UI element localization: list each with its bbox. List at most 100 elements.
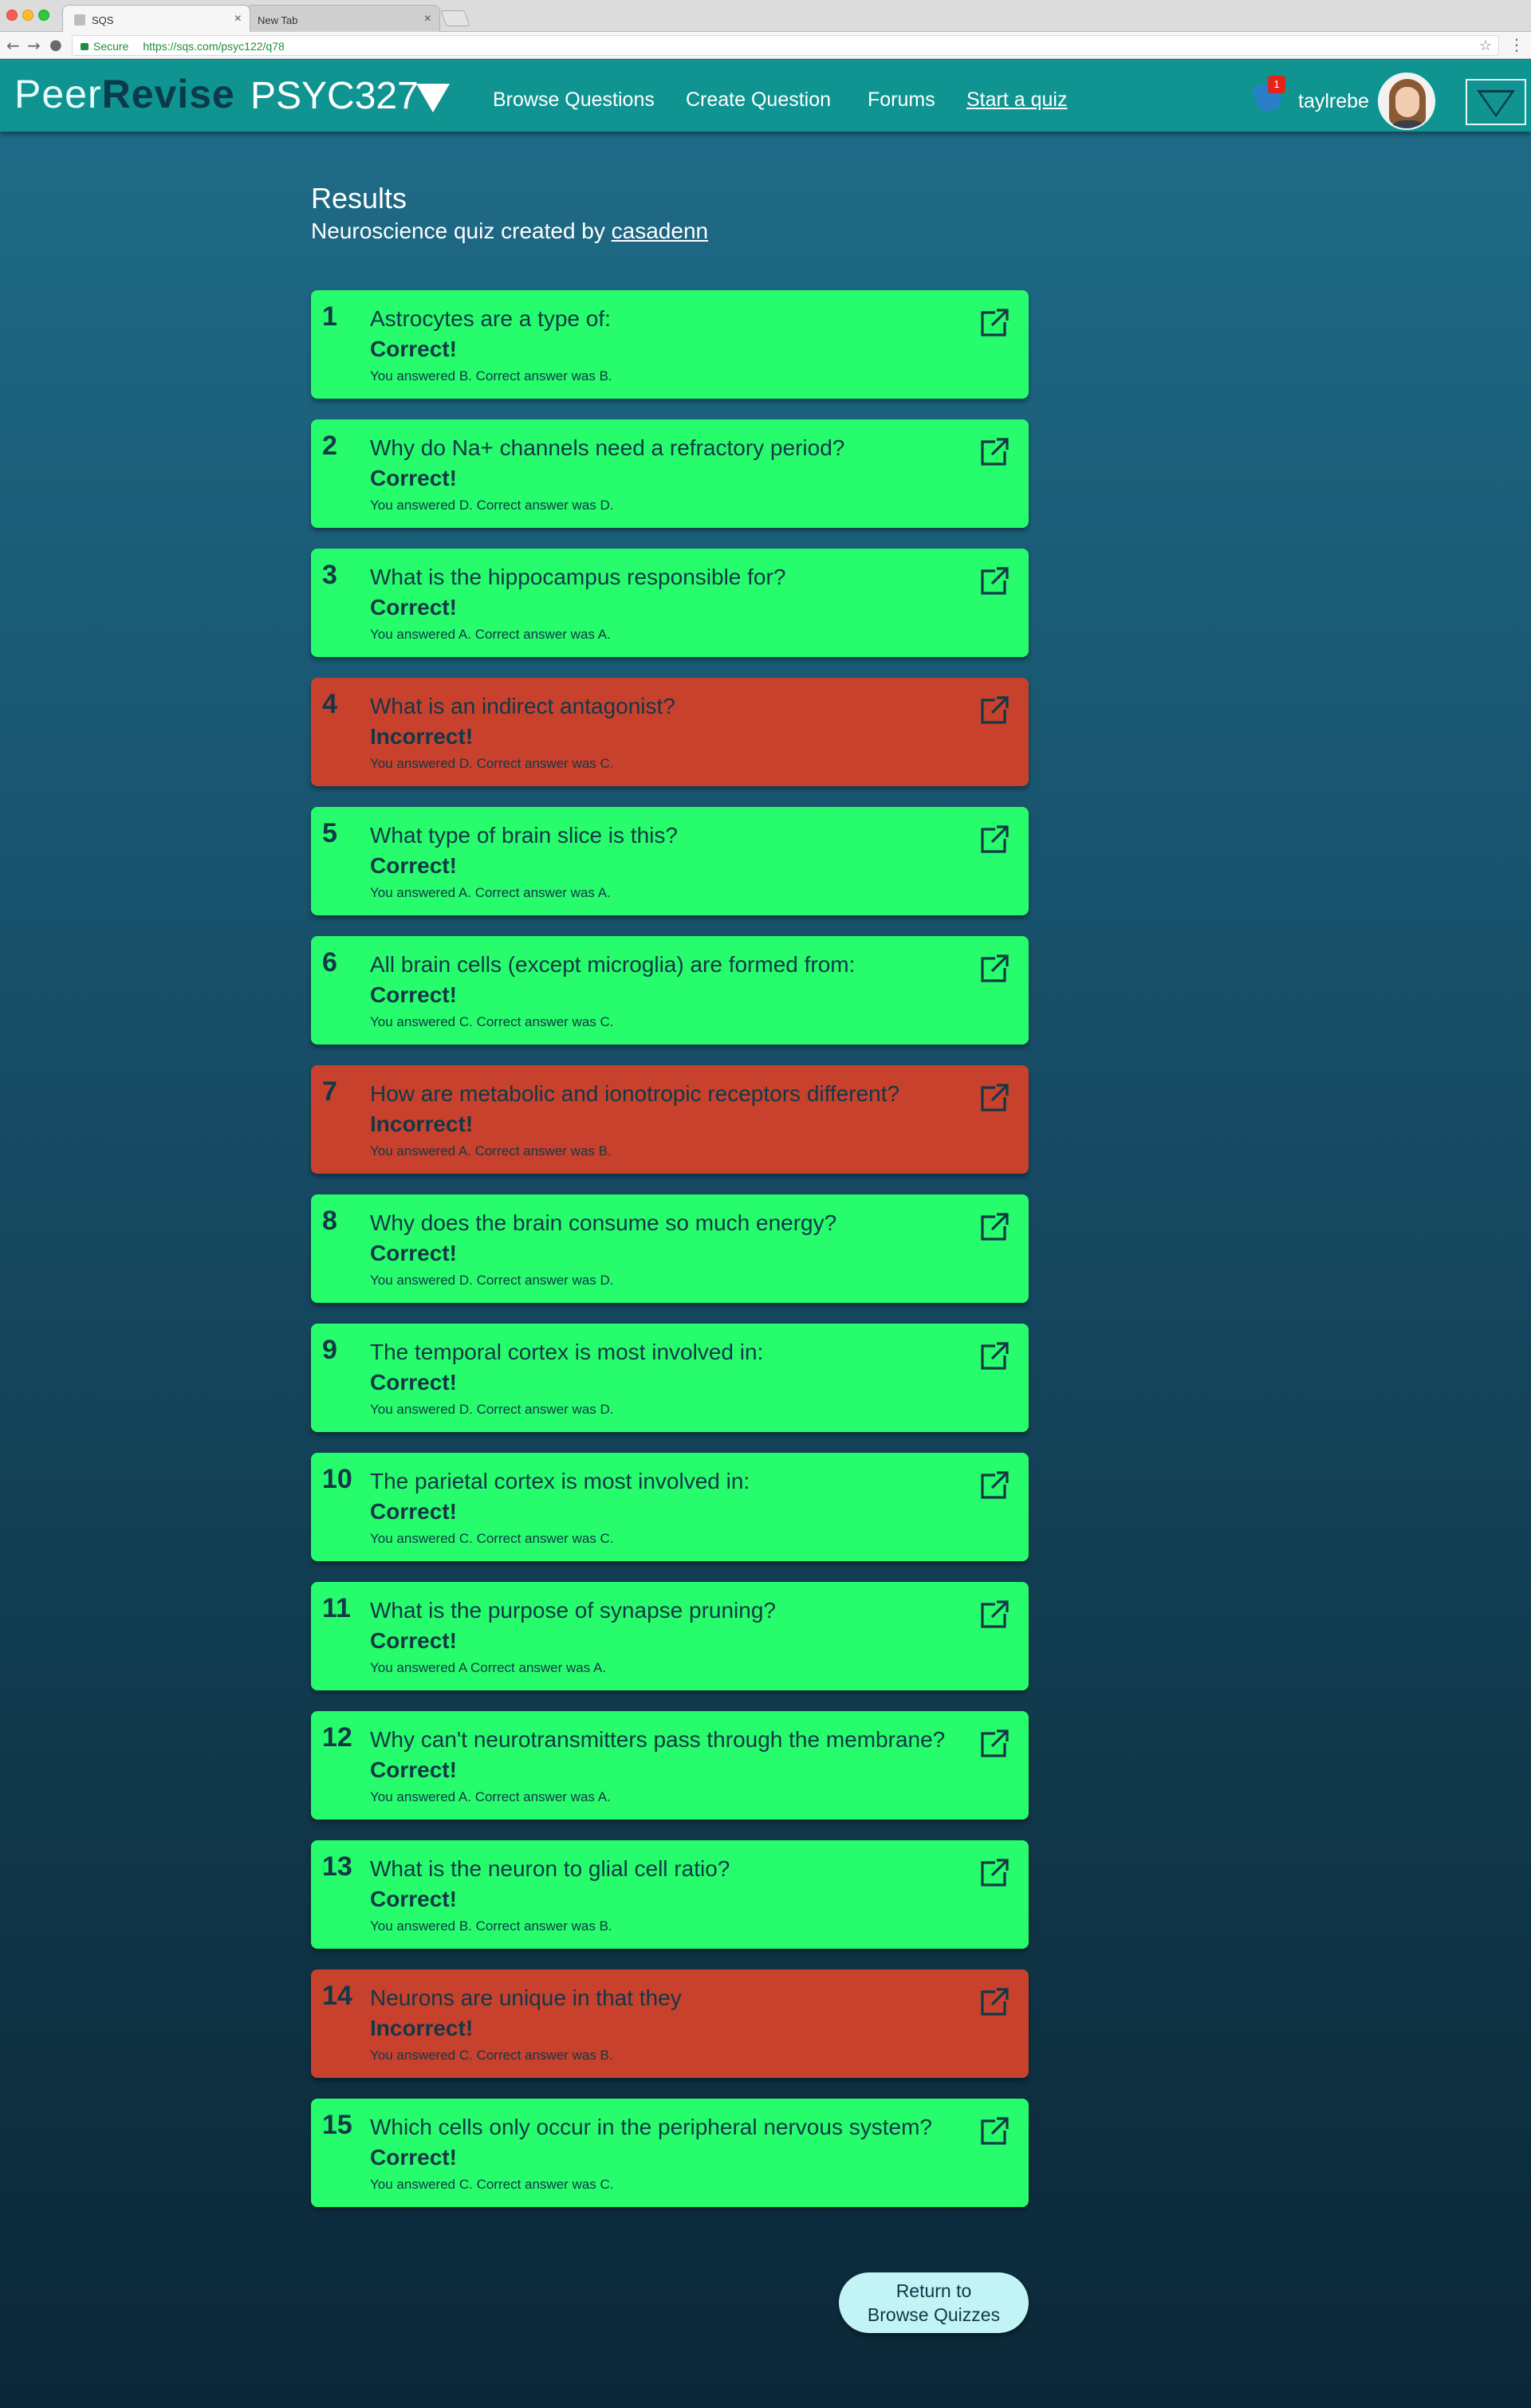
avatar[interactable] xyxy=(1378,73,1435,130)
page-title: Results xyxy=(311,182,407,214)
back-arrow-icon[interactable]: ← xyxy=(6,36,20,55)
question-number: 7 xyxy=(322,1076,337,1107)
question-text: Why does the brain consume so much energ… xyxy=(370,1210,837,1235)
question-text: What is an indirect antagonist? xyxy=(370,694,675,718)
question-result-card-2[interactable]: 2 Why do Na+ channels need a refractory … xyxy=(311,419,1029,528)
author-link[interactable]: casadenn xyxy=(612,218,708,243)
tab-close-icon[interactable]: × xyxy=(234,12,242,26)
peerrevise-logo[interactable]: PeerRevise xyxy=(14,71,235,117)
menu-toggle-button[interactable] xyxy=(1466,79,1526,125)
notification-badge: 1 xyxy=(1268,76,1285,93)
question-number: 12 xyxy=(322,1722,352,1753)
answer-detail: You answered C. Correct answer was C. xyxy=(370,1531,614,1546)
result-verdict: Correct! xyxy=(370,1628,457,1653)
question-result-card-1[interactable]: 1 Astrocytes are a type of: Correct! You… xyxy=(311,290,1029,399)
external-link-icon[interactable] xyxy=(976,306,1011,341)
question-number: 1 xyxy=(322,301,337,332)
question-result-card-12[interactable]: 12 Why can't neurotransmitters pass thro… xyxy=(311,1711,1029,1820)
answer-detail: You answered A Correct answer was A. xyxy=(370,1660,607,1675)
username[interactable]: taylrebe xyxy=(1298,90,1369,113)
question-result-card-6[interactable]: 6 All brain cells (except microglia) are… xyxy=(311,936,1029,1045)
external-link-icon[interactable] xyxy=(976,1985,1011,2020)
question-number: 5 xyxy=(322,818,337,848)
nav-create-question[interactable]: Create Question xyxy=(686,89,831,112)
question-result-card-8[interactable]: 8 Why does the brain consume so much ene… xyxy=(311,1194,1029,1303)
result-verdict: Incorrect! xyxy=(370,724,474,749)
nav-browse-questions[interactable]: Browse Questions xyxy=(493,89,655,112)
answer-detail: You answered B. Correct answer was B. xyxy=(370,368,612,384)
secure-label: Secure xyxy=(93,40,129,53)
question-text: Why do Na+ channels need a refractory pe… xyxy=(370,435,845,460)
logo-peer-text: Peer xyxy=(14,72,102,116)
external-link-icon[interactable] xyxy=(976,565,1011,600)
external-link-icon[interactable] xyxy=(976,1210,1011,1245)
question-text: The parietal cortex is most involved in: xyxy=(370,1469,750,1493)
question-number: 10 xyxy=(322,1464,352,1494)
course-selector[interactable]: PSYC327 xyxy=(250,74,419,118)
result-verdict: Correct! xyxy=(370,853,457,878)
new-tab-button[interactable] xyxy=(440,10,470,26)
result-verdict: Correct! xyxy=(370,1757,457,1782)
question-result-card-11[interactable]: 11 What is the purpose of synapse prunin… xyxy=(311,1582,1029,1690)
browser-menu-icon[interactable]: ⋮ xyxy=(1509,35,1525,54)
bookmark-star-icon[interactable]: ☆ xyxy=(1479,37,1492,54)
external-link-icon[interactable] xyxy=(976,1727,1011,1762)
external-link-icon[interactable] xyxy=(976,2115,1011,2150)
address-bar[interactable]: Secure https://sqs.com/psyc122/q78 ☆ xyxy=(72,35,1499,56)
question-result-card-4[interactable]: 4 What is an indirect antagonist? Incorr… xyxy=(311,678,1029,786)
browser-tab-new[interactable]: New Tab × xyxy=(246,5,440,32)
question-number: 14 xyxy=(322,1981,352,2011)
course-dropdown-icon[interactable] xyxy=(416,84,450,112)
external-link-icon[interactable] xyxy=(976,1856,1011,1891)
question-number: 3 xyxy=(322,560,337,590)
triangle-down-icon xyxy=(1477,90,1515,117)
external-link-icon[interactable] xyxy=(976,952,1011,987)
question-text: Astrocytes are a type of: xyxy=(370,306,611,331)
window-minimize-button[interactable] xyxy=(22,10,33,21)
result-verdict: Correct! xyxy=(370,1370,457,1395)
result-verdict: Correct! xyxy=(370,595,457,620)
results-panel: Results Neuroscience quiz created by cas… xyxy=(311,182,1029,2207)
answer-detail: You answered D. Correct answer was D. xyxy=(370,498,614,513)
result-verdict: Correct! xyxy=(370,982,457,1007)
return-to-browse-quizzes-button[interactable]: Return to Browse Quizzes xyxy=(839,2272,1029,2333)
result-verdict: Correct! xyxy=(370,466,457,490)
external-link-icon[interactable] xyxy=(976,1081,1011,1116)
browser-tab-label: SQS xyxy=(92,14,114,26)
result-verdict: Correct! xyxy=(370,1499,457,1524)
answer-detail: You answered A. Correct answer was B. xyxy=(370,1143,612,1159)
tab-close-icon[interactable]: × xyxy=(424,12,431,26)
page-favicon-icon xyxy=(74,14,85,26)
external-link-icon[interactable] xyxy=(976,694,1011,729)
forward-arrow-icon[interactable]: → xyxy=(27,36,41,55)
question-result-card-3[interactable]: 3 What is the hippocampus responsible fo… xyxy=(311,549,1029,657)
browser-tab-sqs[interactable]: SQS × xyxy=(62,5,250,32)
external-link-icon[interactable] xyxy=(976,1469,1011,1504)
answer-detail: You answered A. Correct answer was A. xyxy=(370,1789,611,1804)
question-result-card-14[interactable]: 14 Neurons are unique in that they Incor… xyxy=(311,1969,1029,2078)
question-result-card-15[interactable]: 15 Which cells only occur in the periphe… xyxy=(311,2099,1029,2207)
reload-icon[interactable]: ● xyxy=(49,37,62,53)
answer-detail: You answered B. Correct answer was B. xyxy=(370,1918,612,1934)
question-text: Which cells only occur in the peripheral… xyxy=(370,2115,932,2139)
question-result-card-10[interactable]: 10 The parietal cortex is most involved … xyxy=(311,1453,1029,1561)
question-number: 13 xyxy=(322,1851,352,1882)
answer-detail: You answered D. Correct answer was C. xyxy=(370,756,614,771)
answer-detail: You answered D. Correct answer was D. xyxy=(370,1402,614,1417)
external-link-icon[interactable] xyxy=(976,823,1011,858)
window-close-button[interactable] xyxy=(6,10,18,21)
question-result-card-9[interactable]: 9 The temporal cortex is most involved i… xyxy=(311,1324,1029,1432)
question-result-card-5[interactable]: 5 What type of brain slice is this? Corr… xyxy=(311,807,1029,915)
page-subtitle: Neuroscience quiz created by casadenn xyxy=(311,218,1029,244)
question-result-list: 1 Astrocytes are a type of: Correct! You… xyxy=(311,290,1029,2228)
nav-start-quiz[interactable]: Start a quiz xyxy=(966,89,1067,112)
nav-forums[interactable]: Forums xyxy=(868,89,935,112)
answer-detail: You answered C. Correct answer was C. xyxy=(370,1014,614,1029)
question-result-card-13[interactable]: 13 What is the neuron to glial cell rati… xyxy=(311,1840,1029,1949)
window-zoom-button[interactable] xyxy=(38,10,49,21)
question-result-card-7[interactable]: 7 How are metabolic and ionotropic recep… xyxy=(311,1065,1029,1174)
external-link-icon[interactable] xyxy=(976,1598,1011,1633)
result-verdict: Incorrect! xyxy=(370,1112,474,1136)
external-link-icon[interactable] xyxy=(976,435,1011,470)
external-link-icon[interactable] xyxy=(976,1340,1011,1375)
